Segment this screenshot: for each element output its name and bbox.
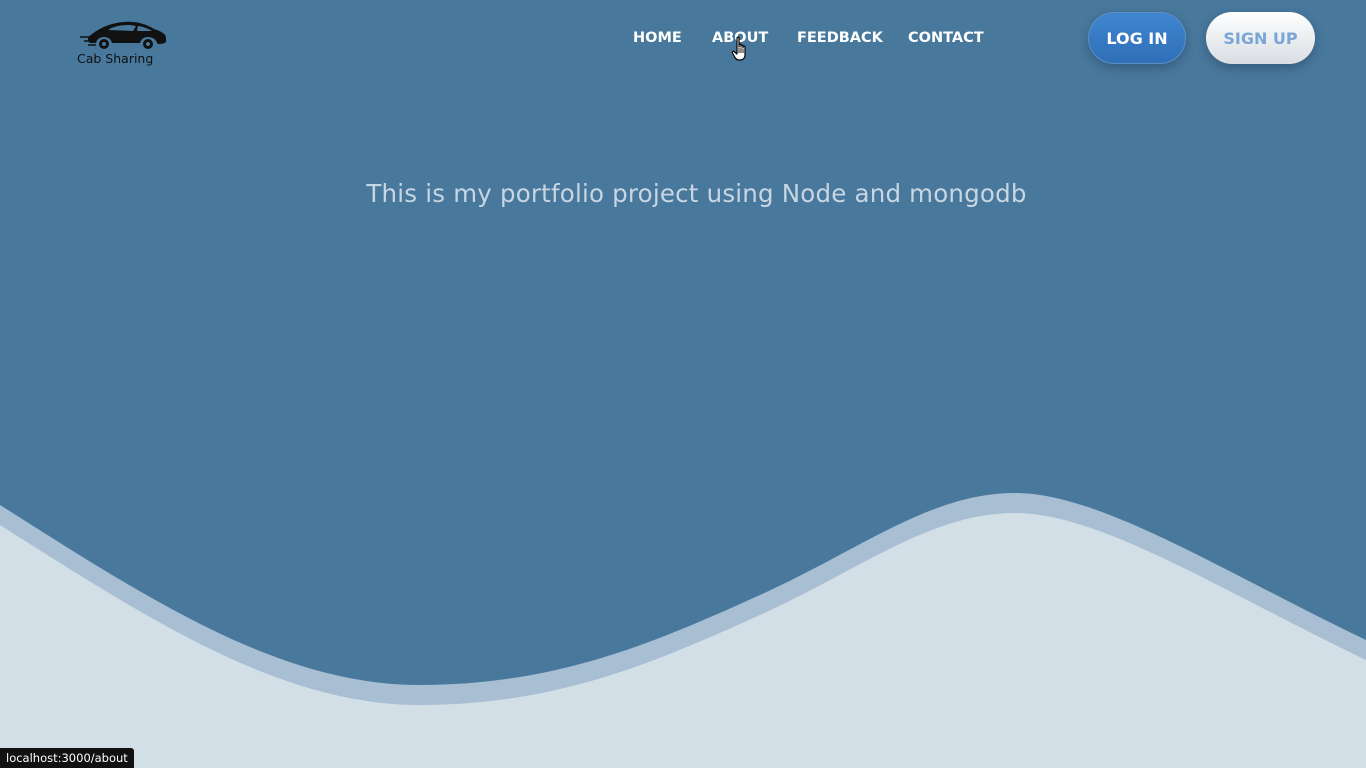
page: { "brand": { "name": "Cab Sharing", "log… — [0, 0, 1366, 768]
background-waves — [0, 493, 1366, 768]
nav-feedback-link[interactable]: FEEDBACK — [797, 30, 883, 46]
signup-button[interactable]: SIGN UP — [1206, 12, 1315, 64]
nav-home-link[interactable]: HOME — [633, 30, 682, 46]
hero-headline: This is my portfolio project using Node … — [366, 179, 1027, 208]
brand-name: Cab Sharing — [77, 51, 154, 66]
nav-contact-link[interactable]: CONTACT — [908, 30, 984, 46]
hand-pointer-icon — [731, 36, 746, 61]
brand-logo[interactable]: Cab Sharing — [74, 18, 166, 68]
car-icon — [80, 21, 166, 49]
status-bar-url: localhost:3000/about — [0, 748, 134, 768]
login-button[interactable]: LOG IN — [1088, 12, 1186, 64]
